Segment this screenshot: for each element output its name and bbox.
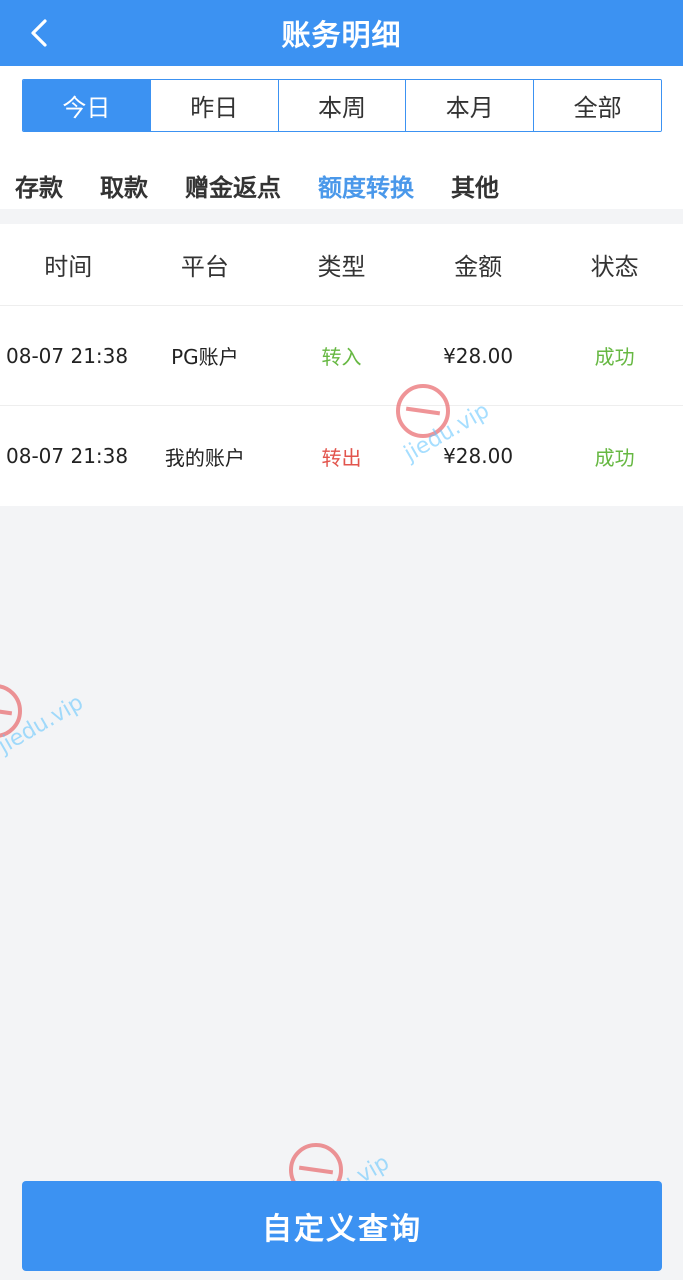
transactions-table: 时间 平台 类型 金额 状态 08-07 21:38 PG账户 转入 ¥28.0…: [0, 224, 683, 506]
period-tabs: 今日 昨日 本周 本月 全部: [22, 79, 662, 132]
row-status: 成功: [594, 345, 635, 369]
category-other[interactable]: 其他: [451, 168, 499, 203]
row-status: 成功: [594, 445, 635, 470]
back-button[interactable]: [22, 16, 56, 50]
header-type: 类型: [317, 253, 366, 281]
row-amount: ¥28.00: [443, 343, 514, 368]
category-transfer[interactable]: 额度转换: [318, 168, 414, 203]
row-time: 08-07 21:38: [6, 343, 129, 368]
custom-query-button[interactable]: 自定义查询: [22, 1181, 662, 1271]
header-time: 时间: [44, 253, 93, 281]
watermark-sign-icon: [396, 384, 450, 438]
row-platform: PG账户: [171, 345, 239, 369]
tab-yesterday[interactable]: 昨日: [150, 80, 279, 131]
category-bonus-rebate[interactable]: 赠金返点: [185, 168, 281, 203]
row-type: 转入: [321, 345, 362, 369]
chevron-left-icon: [31, 19, 47, 47]
category-tabs: 存款 取款 赠金返点 额度转换 其他: [0, 160, 683, 210]
row-platform: 我的账户: [164, 445, 245, 470]
watermark-sign-icon: [0, 684, 22, 738]
tab-today[interactable]: 今日: [23, 80, 151, 131]
header-platform: 平台: [180, 253, 229, 281]
table-row: 08-07 21:38 我的账户 转出 ¥28.00 成功: [0, 406, 683, 506]
header-status: 状态: [590, 253, 639, 281]
table-row: 08-07 21:38 PG账户 转入 ¥28.00 成功: [0, 306, 683, 406]
category-deposit[interactable]: 存款: [15, 168, 63, 203]
category-withdraw[interactable]: 取款: [100, 168, 148, 203]
tab-this-month[interactable]: 本月: [406, 80, 535, 131]
table-header: 时间 平台 类型 金额 状态: [0, 224, 683, 306]
header-amount: 金额: [454, 253, 503, 281]
row-time: 08-07 21:38: [6, 444, 129, 468]
page-title: 账务明细: [281, 18, 402, 52]
row-amount: ¥28.00: [443, 444, 514, 468]
tab-this-week[interactable]: 本周: [278, 80, 407, 131]
app-header: 账务明细: [0, 0, 683, 66]
row-type: 转出: [321, 445, 362, 470]
tab-all[interactable]: 全部: [534, 80, 661, 131]
